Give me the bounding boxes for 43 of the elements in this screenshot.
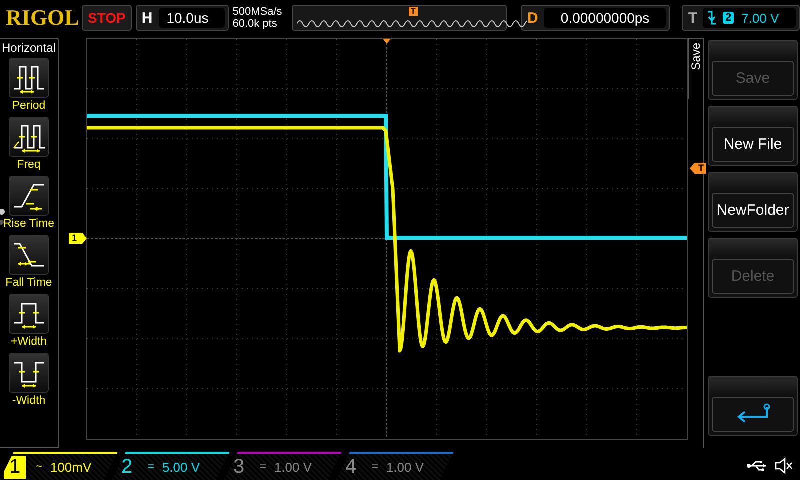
delay-label: D [526, 10, 540, 26]
usb-icon [746, 460, 768, 472]
timebase-label: H [140, 10, 154, 26]
channel-marker[interactable]: 1 [69, 233, 87, 244]
measure-label: -Width [12, 395, 46, 407]
menu-button[interactable]: NewFolder [708, 172, 798, 232]
measure-label: Rise Time [3, 218, 55, 230]
channel-tab[interactable]: 4 = 1.00 V [336, 452, 454, 480]
measure-button[interactable] [9, 353, 49, 393]
measure-label: Period [12, 100, 46, 112]
sample-rate: 500MSa/s [232, 6, 284, 18]
trigger-level-marker[interactable]: T [690, 163, 706, 174]
measure-button[interactable] [9, 235, 49, 275]
menu-title: Save [690, 43, 702, 70]
measure-button[interactable] [9, 117, 49, 157]
trigger-box[interactable]: T 2 7.00 V [682, 5, 800, 31]
run-status[interactable]: STOP [82, 5, 132, 31]
panel-title: Horizontal [2, 40, 56, 57]
channel-tab[interactable]: 3 = 1.00 V [224, 452, 342, 480]
delay-box[interactable]: D 0.00000000ps [521, 5, 670, 31]
trigger-label: T [687, 10, 698, 26]
measure-button[interactable] [9, 176, 49, 216]
trigger-level: 7.00 V [742, 10, 780, 26]
measure-label: Fall Time [6, 277, 52, 289]
measure-button[interactable] [9, 294, 49, 334]
page-dot[interactable] [0, 220, 4, 225]
delay-value: 0.00000000ps [544, 8, 666, 28]
memory-depth: 60.0k pts [232, 18, 278, 30]
trigger-source: 2 [723, 12, 734, 24]
muted-speaker-icon[interactable] [774, 457, 794, 475]
channel-tab[interactable]: 1 ~ 100mV [0, 452, 118, 480]
measure-label: Freq [17, 159, 41, 171]
timebase-box[interactable]: H 10.0us [136, 5, 229, 31]
back-button[interactable] [708, 376, 798, 436]
channel-tab[interactable]: 2 = 5.00 V [112, 452, 230, 480]
measure-label: +Width [10, 336, 48, 348]
measure-button[interactable] [9, 58, 49, 98]
page-dot[interactable] [0, 209, 5, 215]
brand-logo: RIGOL [6, 5, 78, 31]
trigger-position-marker: T [408, 7, 418, 16]
timebase-value: 10.0us [158, 8, 225, 28]
falling-edge-icon [707, 11, 718, 25]
menu-button[interactable]: New File [708, 106, 798, 166]
